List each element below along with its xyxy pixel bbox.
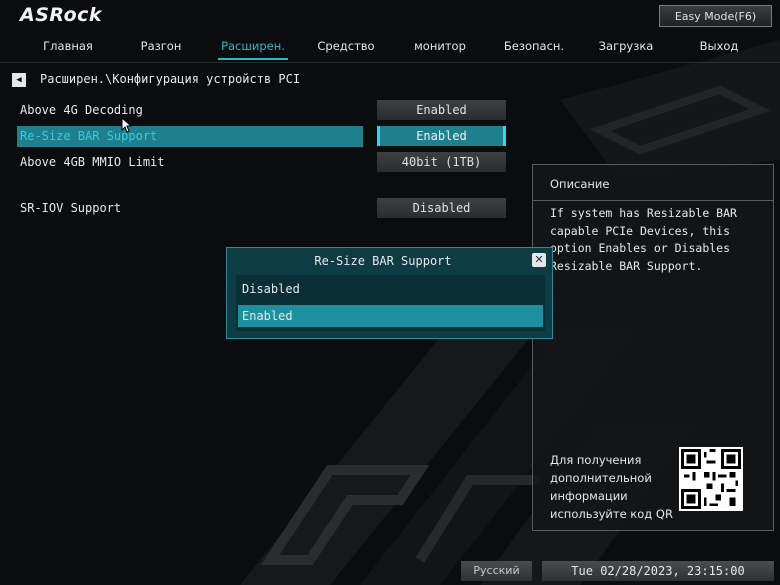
qr-code-icon bbox=[679, 447, 743, 511]
easy-mode-button[interactable]: Easy Mode(F6) bbox=[659, 5, 772, 27]
tab-overclock[interactable]: Разгон bbox=[136, 38, 186, 60]
description-title: Описание bbox=[550, 177, 610, 191]
asrock-logo: ASRock bbox=[20, 4, 103, 26]
setting-label-above-4g-decoding[interactable]: Above 4G Decoding bbox=[20, 103, 143, 117]
tab-advanced[interactable]: Расширен. bbox=[218, 38, 288, 60]
setting-label-sr-iov[interactable]: SR-IOV Support bbox=[20, 201, 121, 215]
datetime-display: Tue 02/28/2023, 23:15:00 bbox=[542, 561, 774, 581]
description-text: If system has Resizable BAR capable PCIe… bbox=[550, 206, 737, 273]
back-arrow-icon[interactable]: ◀ bbox=[12, 73, 26, 87]
tab-tool[interactable]: Средство bbox=[314, 38, 378, 60]
tab-boot[interactable]: Загрузка bbox=[598, 38, 654, 60]
close-icon[interactable]: ✕ bbox=[532, 253, 546, 267]
tab-exit[interactable]: Выход bbox=[696, 38, 742, 60]
menu-divider bbox=[0, 62, 780, 63]
language-button[interactable]: Русский bbox=[461, 561, 532, 581]
description-panel: Описание If system has Resizable BAR cap… bbox=[532, 164, 774, 531]
description-divider bbox=[533, 200, 773, 201]
setting-value-above-4g-decoding[interactable]: Enabled bbox=[377, 100, 506, 120]
setting-label-mmio-limit[interactable]: Above 4GB MMIO Limit bbox=[20, 155, 165, 169]
popup-option-enabled[interactable]: Enabled bbox=[238, 305, 543, 327]
qr-caption: Для получения дополнительной информации … bbox=[550, 453, 673, 521]
tab-monitor[interactable]: монитор bbox=[412, 38, 468, 60]
resize-bar-popup: Re-Size BAR Support ✕ Disabled Enabled bbox=[226, 247, 553, 339]
tab-main[interactable]: Главная bbox=[40, 38, 96, 60]
setting-value-sr-iov[interactable]: Disabled bbox=[377, 198, 506, 218]
tab-security[interactable]: Безопасн. bbox=[500, 38, 568, 60]
popup-option-disabled[interactable]: Disabled bbox=[238, 278, 543, 300]
popup-title: Re-Size BAR Support bbox=[314, 254, 452, 268]
mouse-cursor-icon bbox=[121, 117, 132, 133]
setting-value-mmio-limit[interactable]: 40bit (1TB) bbox=[377, 152, 506, 172]
breadcrumb: Расширен.\Конфигурация устройств PCI bbox=[40, 72, 301, 86]
setting-label-resize-bar[interactable]: Re-Size BAR Support bbox=[20, 129, 157, 143]
setting-value-resize-bar[interactable]: Enabled bbox=[377, 126, 506, 146]
popup-options-list: Disabled Enabled bbox=[236, 275, 545, 331]
